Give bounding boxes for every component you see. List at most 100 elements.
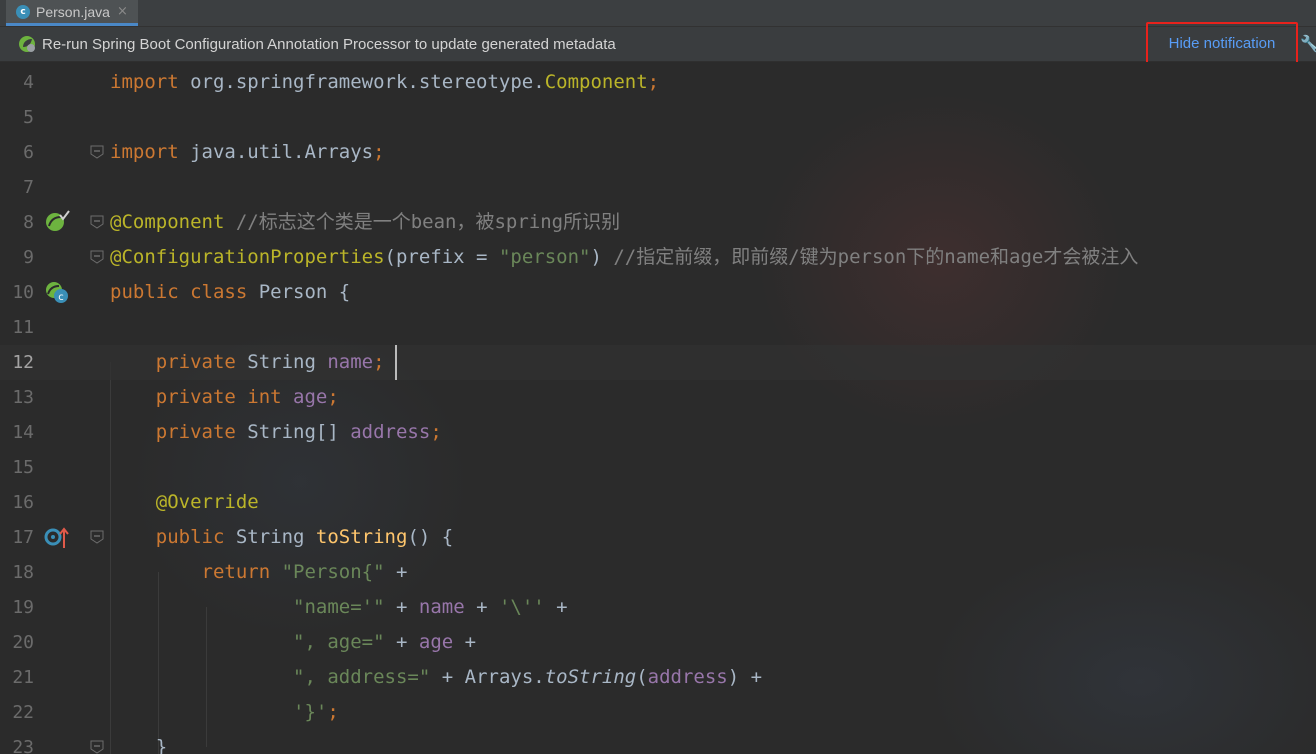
bean-check-icon[interactable] [44, 209, 70, 235]
code-token: + [544, 596, 568, 618]
code-line[interactable]: 21 ", address=" + Arrays.toString(addres… [0, 660, 1316, 695]
code-token: import [110, 141, 191, 163]
code-token: String [235, 526, 316, 548]
code-line[interactable]: 9 @ConfigurationProperties(prefix = "pers… [0, 240, 1316, 275]
class-icon: c [16, 4, 30, 19]
line-number[interactable]: 11 [0, 310, 34, 345]
line-number[interactable]: 7 [0, 170, 34, 205]
code-text: public class Person { [110, 275, 350, 310]
code-token: @Component [110, 211, 236, 233]
line-number[interactable]: 9 [0, 240, 34, 275]
code-token: ; [327, 386, 339, 408]
code-token: + [384, 631, 419, 653]
line-number[interactable]: 19 [0, 590, 34, 625]
bean-class-icon[interactable]: c [44, 279, 70, 305]
fold-marker-icon[interactable] [89, 249, 105, 265]
code-line[interactable]: 17 public String toString() { [0, 520, 1316, 555]
line-number[interactable]: 13 [0, 380, 34, 415]
code-token: ) [590, 246, 614, 268]
line-number[interactable]: 15 [0, 450, 34, 485]
code-token: "person" [498, 246, 591, 268]
code-text: } [110, 730, 167, 754]
spring-leaf-icon [19, 36, 35, 52]
line-number[interactable]: 17 [0, 520, 34, 555]
code-line[interactable]: 18 return "Person{" + [0, 555, 1316, 590]
fold-marker-icon[interactable] [89, 739, 105, 754]
tab-label: Person.java [36, 3, 110, 20]
line-number[interactable]: 20 [0, 625, 34, 660]
code-line[interactable]: 22 '}'; [0, 695, 1316, 730]
code-token: } [110, 736, 168, 754]
code-token: //指定前缀，即前缀/键为person下的name和age才会被注入 [613, 246, 1139, 268]
code-text: ", address=" + Arrays.toString(address) … [110, 660, 762, 695]
code-token: return [201, 561, 282, 583]
code-token: "name='" [293, 596, 385, 618]
wrench-icon[interactable]: 🔧 [1300, 34, 1316, 53]
code-token: public class [110, 281, 259, 303]
code-token: ( [636, 666, 648, 688]
code-line[interactable]: 16 @Override [0, 485, 1316, 520]
code-token: address [647, 666, 728, 688]
code-token: private [155, 421, 248, 443]
code-text: '}'; [110, 695, 339, 730]
tab-person-java[interactable]: c Person.java × [6, 0, 138, 26]
close-icon[interactable]: × [117, 4, 128, 19]
code-token: ; [430, 421, 442, 443]
code-text: private String[] address; [110, 415, 442, 450]
code-line[interactable]: 5 [0, 100, 1316, 135]
line-number[interactable]: 8 [0, 205, 34, 240]
code-line[interactable]: 23 } [0, 730, 1316, 754]
line-number[interactable]: 21 [0, 660, 34, 695]
code-line[interactable]: 6 import java.util.Arrays; [0, 135, 1316, 170]
line-number[interactable]: 4 [0, 65, 34, 100]
fold-marker-icon[interactable] [89, 214, 105, 230]
code-line[interactable]: 10 public class Person { [0, 275, 1316, 310]
code-text: public String toString() { [110, 520, 453, 555]
line-number[interactable]: 5 [0, 100, 34, 135]
code-line[interactable]: 4 import org.springframework.stereotype.C… [0, 65, 1316, 100]
code-line[interactable]: 20 ", age=" + age + [0, 625, 1316, 660]
fold-marker-icon[interactable] [89, 144, 105, 160]
code-line[interactable]: 12 private String name; [0, 345, 1316, 380]
line-number[interactable]: 23 [0, 730, 34, 754]
code-token: org.springframework.stereotype. [190, 71, 545, 93]
line-number[interactable]: 12 [0, 345, 34, 380]
code-token: @ConfigurationProperties [110, 246, 385, 268]
fold-marker-icon[interactable] [89, 529, 105, 545]
hide-notification-link[interactable]: Hide notification [1146, 22, 1298, 64]
code-token: ; [327, 701, 339, 723]
code-line[interactable]: 7 [0, 170, 1316, 205]
code-token: () { [407, 526, 454, 548]
code-token: java.util.Arrays [190, 141, 374, 163]
code-token: ", age=" [293, 631, 385, 653]
notification-bar: Re-run Spring Boot Configuration Annotat… [0, 27, 1316, 62]
code-line[interactable]: 11 [0, 310, 1316, 345]
code-line[interactable]: 14 private String[] address; [0, 415, 1316, 450]
notification-text: Re-run Spring Boot Configuration Annotat… [42, 35, 616, 53]
line-number[interactable]: 6 [0, 135, 34, 170]
code-line[interactable]: 13 private int age; [0, 380, 1316, 415]
code-token: @Override [155, 491, 259, 513]
code-text: import java.util.Arrays; [110, 135, 385, 170]
code-line[interactable]: 15 [0, 450, 1316, 485]
line-number[interactable]: 10 [0, 275, 34, 310]
code-line[interactable]: 8 @Component //标志这个类是一个bean，被spring所识别 [0, 205, 1316, 240]
code-editor[interactable]: 4 import org.springframework.stereotype.C… [0, 62, 1316, 754]
editor-tab-bar: c Person.java × [0, 0, 1316, 27]
line-number[interactable]: 22 [0, 695, 34, 730]
code-token: toString [315, 526, 408, 548]
override-up-icon[interactable] [44, 524, 70, 550]
line-number[interactable]: 16 [0, 485, 34, 520]
line-number[interactable]: 18 [0, 555, 34, 590]
code-token: '\'' [498, 596, 545, 618]
line-number[interactable]: 14 [0, 415, 34, 450]
code-line[interactable]: 19 "name='" + name + '\'' + [0, 590, 1316, 625]
code-token: Person { [258, 281, 351, 303]
svg-text:c: c [58, 292, 64, 303]
